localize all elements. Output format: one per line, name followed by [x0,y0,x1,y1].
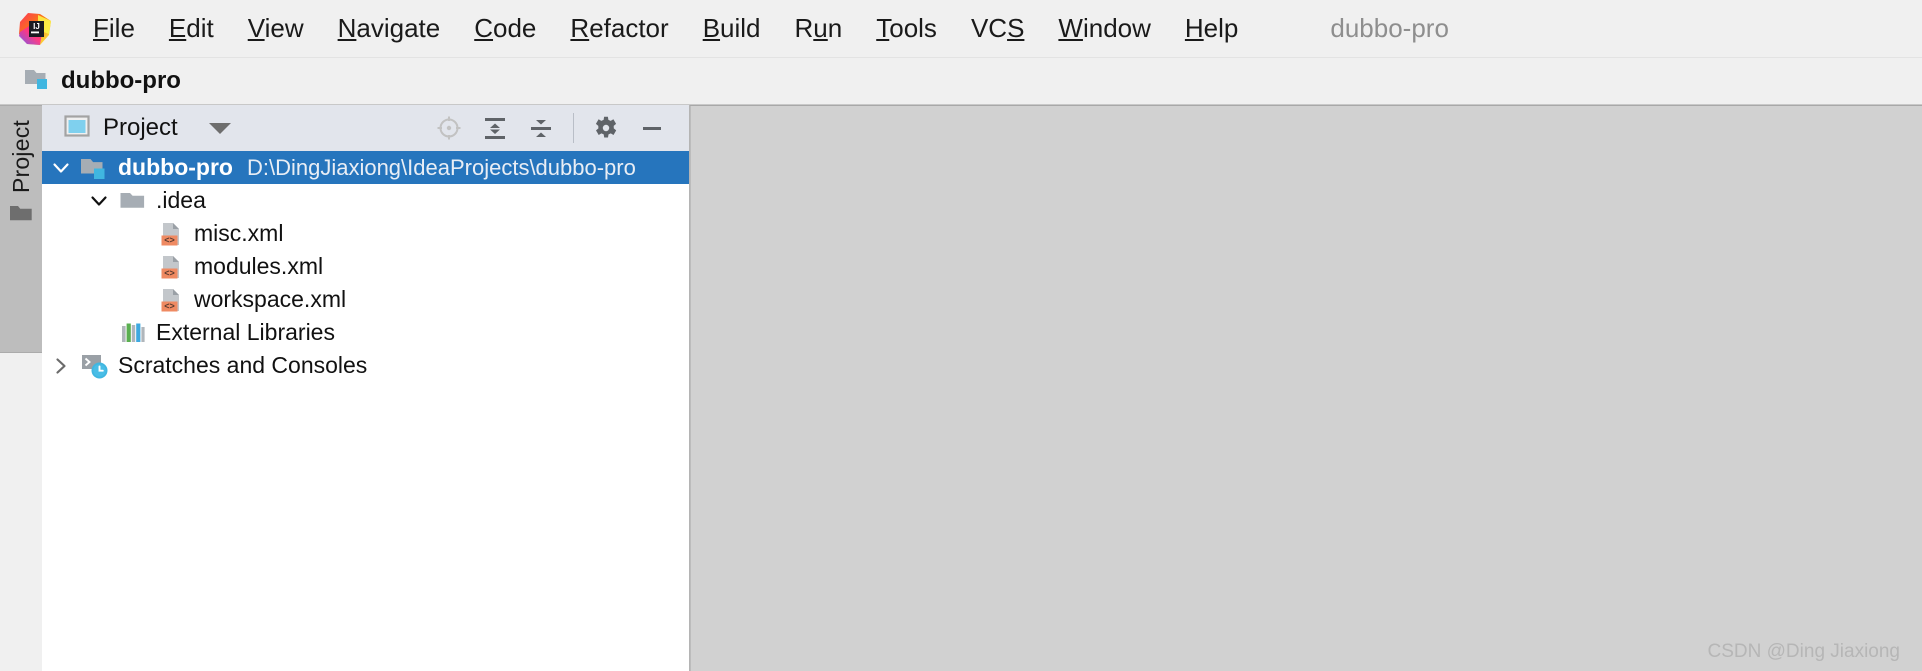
svg-text:<>: <> [164,235,175,245]
project-tool-window: Project dubbo-pro D:\DingJiaxiong\IdeaPr… [42,105,690,671]
breadcrumb-label: dubbo-pro [61,67,181,94]
tree-row-label: modules.xml [194,253,324,279]
main-body: Project Project dubbo-pro D:\DingJiaxion… [0,105,1922,671]
menu-item-tools[interactable]: Tools [859,10,954,48]
project-folder-icon [24,67,52,96]
menu-item-code[interactable]: Code [457,10,553,48]
project-folder-icon [80,155,110,181]
editor-area: CSDN @Ding Jiaxiong [690,105,1922,671]
stripe-tab-project[interactable]: Project [0,105,42,353]
tree-node-scratches-and-consoles[interactable]: Scratches and Consoles [42,349,689,382]
tree-row-path: D:\DingJiaxiong\IdeaProjects\dubbo-pro [246,154,636,180]
watermark: CSDN @Ding Jiaxiong [1707,641,1900,662]
menu-item-view[interactable]: View [231,10,321,48]
svg-text:<>: <> [164,268,175,278]
breadcrumb-dubbo-pro[interactable]: dubbo-pro [18,65,187,98]
tree-node-workspace-xml[interactable]: <> workspace.xml [42,283,689,316]
twisty-expanded-icon[interactable] [42,157,80,179]
tree-row-label: dubbo-pro [118,154,233,180]
menu-item-vcs[interactable]: VCS [954,10,1041,48]
expand-all-button[interactable] [474,109,516,147]
menu-item-build[interactable]: Build [686,10,778,48]
twisty-collapsed-icon[interactable] [42,355,80,377]
project-view-icon [64,114,90,143]
tree-node-dubbo-pro[interactable]: dubbo-pro D:\DingJiaxiong\IdeaProjects\du… [42,151,689,184]
select-opened-file-button[interactable] [428,109,470,147]
twisty-expanded-icon[interactable] [80,190,118,212]
project-tree: dubbo-pro D:\DingJiaxiong\IdeaProjects\du… [42,151,689,671]
chevron-down-icon[interactable] [208,122,231,134]
navigation-bar: dubbo-pro [0,58,1922,105]
tree-row-label: workspace.xml [194,286,347,312]
menu-item-window[interactable]: Window [1041,10,1167,48]
window-title: dubbo-pro [1330,13,1449,43]
intellij-idea-logo-icon: IJ [18,12,52,46]
menu-item-run[interactable]: Run [778,10,860,48]
menu-item-refactor[interactable]: Refactor [553,10,685,48]
stripe-tab-project-label: Project [7,120,34,193]
folder-icon [118,188,148,214]
project-view-selector[interactable]: Project [64,114,231,143]
tree-row-label: .idea [156,187,206,213]
collapse-all-button[interactable] [520,109,562,147]
project-tool-window-title: Project [103,114,178,141]
xml-file-icon: <> [156,253,186,281]
toolbar-separator [573,113,574,143]
svg-text:IJ: IJ [33,22,40,31]
project-tool-window-actions [428,109,673,147]
tree-node-external-libraries[interactable]: External Libraries [42,316,689,349]
project-tool-window-header: Project [42,105,689,151]
tree-node-idea[interactable]: .idea [42,184,689,217]
settings-button[interactable] [585,109,627,147]
menu-item-help[interactable]: Help [1168,10,1255,48]
folder-icon [9,203,33,228]
library-icon [118,320,148,346]
menu-item-navigate[interactable]: Navigate [321,10,458,48]
tree-row-label: Scratches and Consoles [118,352,368,378]
left-tool-stripe: Project [0,105,42,671]
tree-node-modules-xml[interactable]: <> modules.xml [42,250,689,283]
minimize-icon[interactable] [631,109,673,147]
scratches-icon [80,352,110,380]
tree-row-label: misc.xml [194,220,284,246]
svg-text:<>: <> [164,301,175,311]
menu-item-file[interactable]: File [76,10,152,48]
pane-divider[interactable] [690,106,691,671]
menu-item-edit[interactable]: Edit [152,10,231,48]
tree-node-misc-xml[interactable]: <> misc.xml [42,217,689,250]
xml-file-icon: <> [156,286,186,314]
xml-file-icon: <> [156,220,186,248]
tree-row-label: External Libraries [156,319,335,345]
menu-item-list: File Edit View Navigate Code Refactor Bu… [76,10,1255,48]
menu-bar: IJ File Edit View Navigate Code Refactor… [0,0,1922,58]
